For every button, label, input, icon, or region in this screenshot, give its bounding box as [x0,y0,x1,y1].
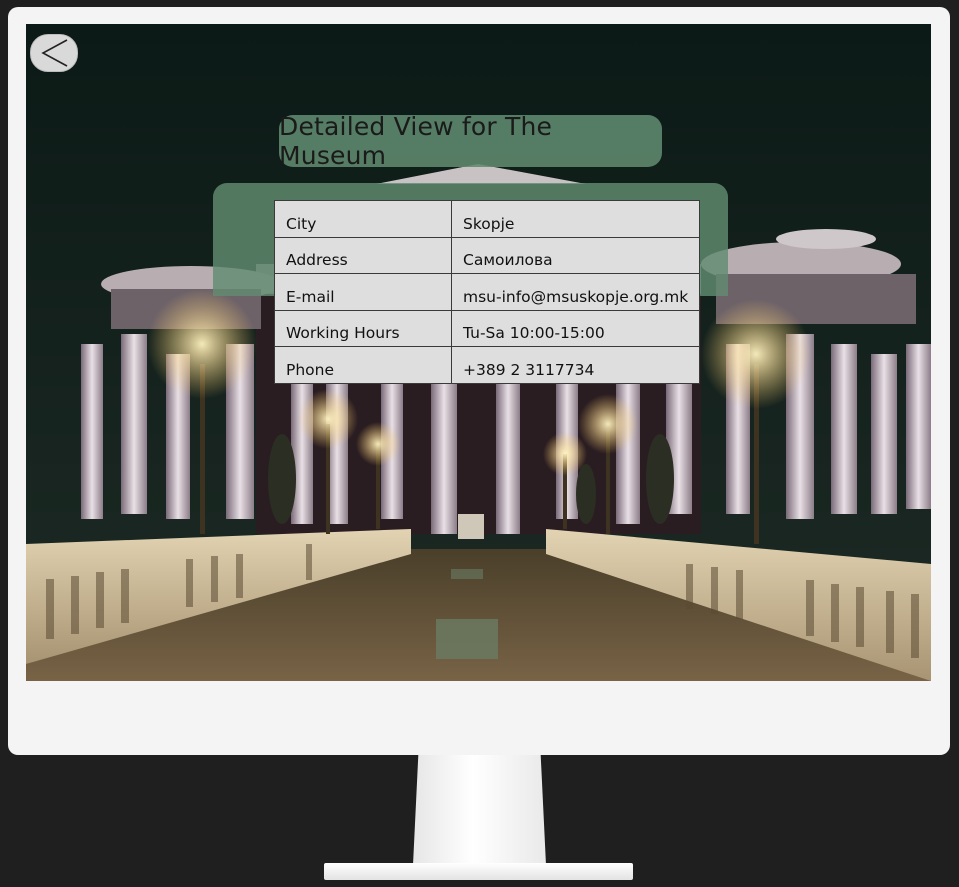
page-title-pill: Detailed View for The Museum [279,112,662,170]
row-label: Phone [274,346,452,384]
row-label: E-mail [274,273,452,311]
monitor-stand-neck [413,755,546,865]
page-title: Detailed View for The Museum [279,112,553,170]
app-screen: Detailed View for The Museum City Skopje… [26,24,931,681]
table-row: Working Hours Tu-Sa 10:00-15:00 [274,309,701,347]
row-label: City [274,200,452,238]
details-table: City Skopje Address Самоилова E-mail msu… [274,200,701,384]
row-label: Working Hours [274,309,452,347]
table-row: City Skopje [274,200,701,238]
row-value[interactable]: +389 2 3117734 [450,346,701,384]
row-value: Самоилова [450,236,701,274]
back-button[interactable] [30,34,78,72]
chevron-left-icon [41,39,68,67]
row-label: Address [274,236,452,274]
row-value[interactable]: msu-info@msuskopje.org.mk [450,273,701,311]
monitor-frame: Detailed View for The Museum City Skopje… [8,7,950,755]
table-row: E-mail msu-info@msuskopje.org.mk [274,273,701,311]
monitor-stand-base [324,863,633,880]
row-value: Tu-Sa 10:00-15:00 [450,309,701,347]
table-row: Address Самоилова [274,236,701,274]
table-row: Phone +389 2 3117734 [274,346,701,384]
row-value: Skopje [450,200,701,238]
